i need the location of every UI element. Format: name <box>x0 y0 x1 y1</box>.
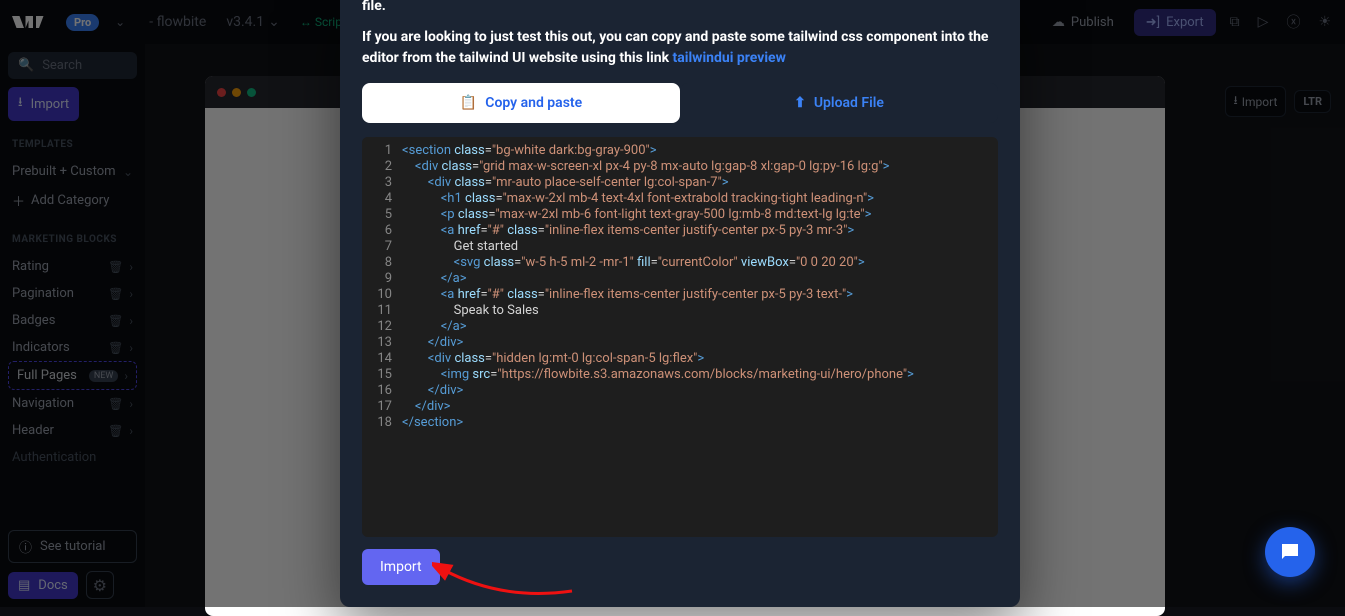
chat-fab[interactable] <box>1265 527 1315 577</box>
modal-paragraph-2: If you are looking to just test this out… <box>362 27 998 69</box>
code-content[interactable]: <section class="bg-white dark:bg-gray-90… <box>402 137 998 537</box>
tailwindui-preview-link[interactable]: tailwindui preview <box>673 50 786 66</box>
modal-import-button[interactable]: Import <box>362 549 440 585</box>
tab-copy-label: Copy and paste <box>485 95 582 111</box>
tab-upload-file[interactable]: ⬆ Upload File <box>680 83 998 123</box>
modal-paragraph-1-tail: file. <box>362 0 998 17</box>
code-editor[interactable]: 123456789101112131415161718 <section cla… <box>362 137 998 537</box>
chat-icon <box>1278 540 1302 564</box>
upload-icon: ⬆ <box>794 95 806 111</box>
import-modal: file. If you are looking to just test th… <box>340 0 1020 607</box>
paste-icon: 📋 <box>460 95 477 111</box>
modal-tabs: 📋 Copy and paste ⬆ Upload File <box>362 83 998 123</box>
tab-copy-paste[interactable]: 📋 Copy and paste <box>362 83 680 123</box>
tab-upload-label: Upload File <box>814 95 884 111</box>
code-gutter: 123456789101112131415161718 <box>362 137 402 537</box>
